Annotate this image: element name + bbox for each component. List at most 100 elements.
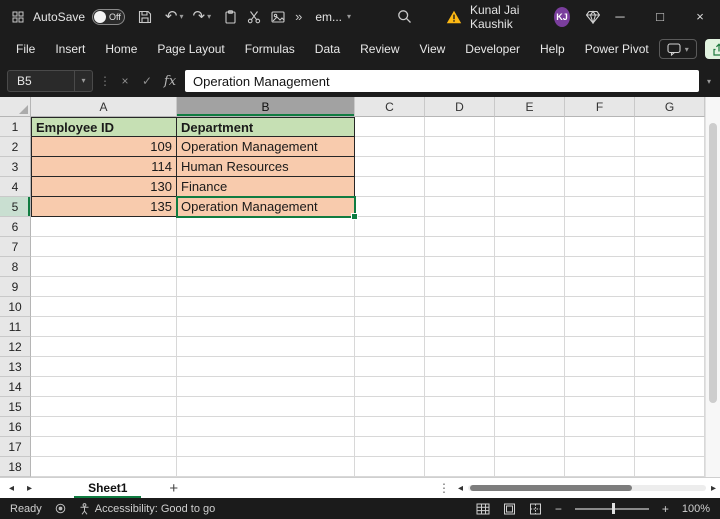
row-header-10[interactable]: 10 — [0, 297, 31, 317]
horizontal-scrollbar-thumb[interactable] — [470, 485, 633, 491]
cell-b6[interactable] — [177, 217, 355, 237]
cell-b8[interactable] — [177, 257, 355, 277]
cell-e2[interactable] — [495, 137, 565, 157]
autosave-toggle[interactable]: Off — [92, 8, 125, 25]
document-name[interactable]: em... ▾ — [315, 10, 351, 24]
cell-d17[interactable] — [425, 437, 495, 457]
cell-f9[interactable] — [565, 277, 635, 297]
cell-a7[interactable] — [31, 237, 177, 257]
row-header-8[interactable]: 8 — [0, 257, 31, 277]
cell-e12[interactable] — [495, 337, 565, 357]
menu-item-review[interactable]: Review — [350, 33, 409, 65]
menu-item-help[interactable]: Help — [530, 33, 575, 65]
zoom-in-button[interactable]: + — [662, 502, 669, 516]
formula-bar-grip[interactable]: ⋮ — [99, 74, 111, 88]
row-header-18[interactable]: 18 — [0, 457, 31, 477]
cell-f13[interactable] — [565, 357, 635, 377]
cell-g9[interactable] — [635, 277, 705, 297]
row-header-11[interactable]: 11 — [0, 317, 31, 337]
cell-g5[interactable] — [635, 197, 705, 217]
maximize-button[interactable]: □ — [640, 0, 680, 33]
cell-b18[interactable] — [177, 457, 355, 477]
cell-a4[interactable]: 130 — [31, 177, 177, 197]
menu-item-data[interactable]: Data — [305, 33, 350, 65]
cell-g2[interactable] — [635, 137, 705, 157]
cell-b14[interactable] — [177, 377, 355, 397]
cell-b13[interactable] — [177, 357, 355, 377]
cell-a1[interactable]: Employee ID — [31, 117, 177, 137]
row-header-5[interactable]: 5 — [0, 197, 31, 217]
cell-g16[interactable] — [635, 417, 705, 437]
cell-c7[interactable] — [355, 237, 425, 257]
cell-d4[interactable] — [425, 177, 495, 197]
formula-bar-expand-icon[interactable]: ▾ — [705, 77, 713, 86]
close-button[interactable]: × — [680, 0, 720, 33]
insert-function-icon[interactable]: fx — [161, 74, 179, 89]
cell-g14[interactable] — [635, 377, 705, 397]
cell-b9[interactable] — [177, 277, 355, 297]
cell-d9[interactable] — [425, 277, 495, 297]
cell-d12[interactable] — [425, 337, 495, 357]
column-header-c[interactable]: C — [355, 97, 425, 117]
menu-item-formulas[interactable]: Formulas — [235, 33, 305, 65]
vertical-scrollbar-thumb[interactable] — [709, 123, 717, 403]
menu-item-home[interactable]: Home — [95, 33, 147, 65]
cell-c11[interactable] — [355, 317, 425, 337]
next-sheet-icon[interactable]: ▸ — [27, 483, 32, 494]
row-header-6[interactable]: 6 — [0, 217, 31, 237]
diamond-icon[interactable] — [586, 10, 600, 24]
vertical-scrollbar[interactable] — [705, 97, 720, 477]
cell-a18[interactable] — [31, 457, 177, 477]
cell-g7[interactable] — [635, 237, 705, 257]
zoom-out-button[interactable]: − — [555, 502, 562, 516]
row-header-14[interactable]: 14 — [0, 377, 31, 397]
cell-e14[interactable] — [495, 377, 565, 397]
cell-c5[interactable] — [355, 197, 425, 217]
cell-f3[interactable] — [565, 157, 635, 177]
cell-a17[interactable] — [31, 437, 177, 457]
cell-c17[interactable] — [355, 437, 425, 457]
tabbar-divider-grip[interactable]: ⋮ — [430, 481, 458, 495]
zoom-level[interactable]: 100% — [682, 503, 710, 515]
cell-d1[interactable] — [425, 117, 495, 137]
cell-f2[interactable] — [565, 137, 635, 157]
menu-item-view[interactable]: View — [410, 33, 456, 65]
zoom-slider[interactable] — [574, 502, 649, 515]
cell-d7[interactable] — [425, 237, 495, 257]
row-header-17[interactable]: 17 — [0, 437, 31, 457]
accessibility-status[interactable]: Accessibility: Good to go — [79, 503, 215, 515]
search-icon[interactable] — [397, 9, 412, 24]
cell-b12[interactable] — [177, 337, 355, 357]
cell-e1[interactable] — [495, 117, 565, 137]
cell-f6[interactable] — [565, 217, 635, 237]
cell-c18[interactable] — [355, 457, 425, 477]
cell-a12[interactable] — [31, 337, 177, 357]
cell-f1[interactable] — [565, 117, 635, 137]
cell-a9[interactable] — [31, 277, 177, 297]
cell-b11[interactable] — [177, 317, 355, 337]
page-break-view-icon[interactable] — [529, 503, 542, 515]
app-grid-icon[interactable] — [12, 11, 24, 23]
cell-a3[interactable]: 114 — [31, 157, 177, 177]
cell-d11[interactable] — [425, 317, 495, 337]
cell-a5[interactable]: 135 — [31, 197, 177, 217]
cell-c10[interactable] — [355, 297, 425, 317]
menu-item-insert[interactable]: Insert — [45, 33, 95, 65]
row-header-9[interactable]: 9 — [0, 277, 31, 297]
share-button[interactable] — [704, 39, 720, 59]
cell-d8[interactable] — [425, 257, 495, 277]
add-sheet-button[interactable]: + — [169, 480, 178, 497]
cell-f8[interactable] — [565, 257, 635, 277]
menu-item-page-layout[interactable]: Page Layout — [147, 33, 234, 65]
zoom-thumb[interactable] — [611, 503, 615, 514]
cell-a8[interactable] — [31, 257, 177, 277]
cell-a2[interactable]: 109 — [31, 137, 177, 157]
cell-f7[interactable] — [565, 237, 635, 257]
cell-d16[interactable] — [425, 417, 495, 437]
row-header-2[interactable]: 2 — [0, 137, 31, 157]
cell-g17[interactable] — [635, 437, 705, 457]
cell-b16[interactable] — [177, 417, 355, 437]
cell-d2[interactable] — [425, 137, 495, 157]
cell-g11[interactable] — [635, 317, 705, 337]
cell-c4[interactable] — [355, 177, 425, 197]
